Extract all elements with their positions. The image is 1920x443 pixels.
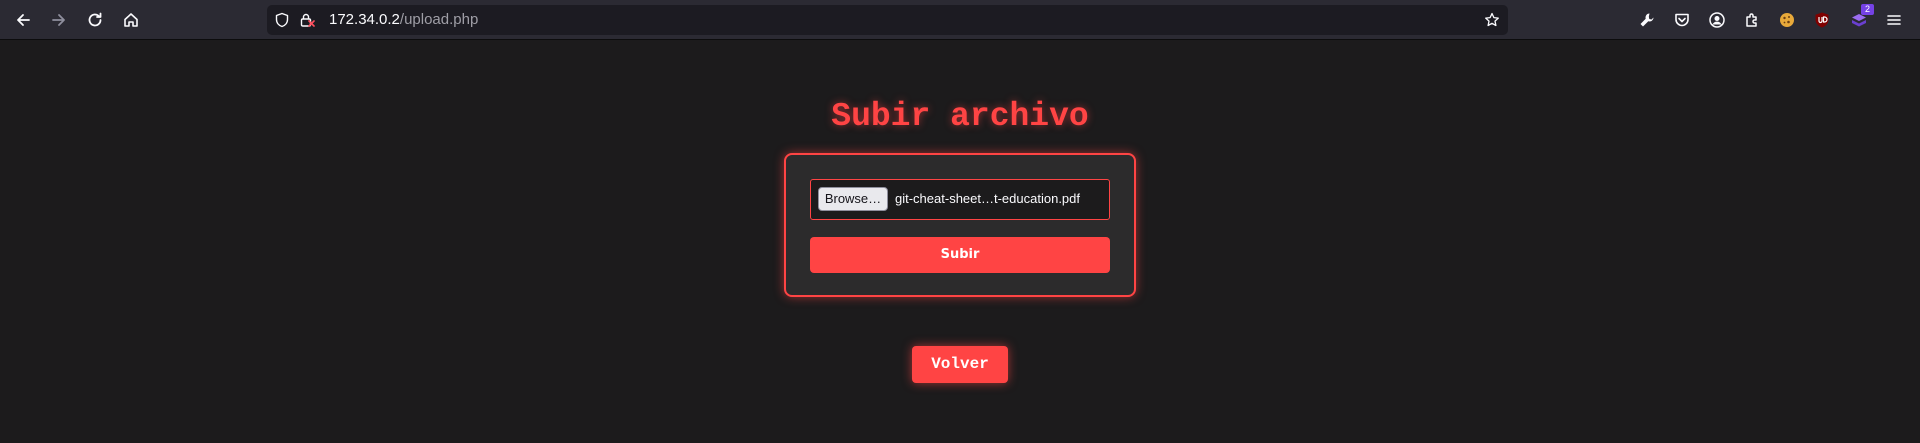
selected-file-name: git-cheat-sheet…t-education.pdf xyxy=(895,191,1080,206)
reload-icon xyxy=(88,12,102,27)
reload-button[interactable] xyxy=(81,6,109,34)
menu-icon xyxy=(1887,15,1901,25)
star-icon[interactable] xyxy=(1484,12,1500,28)
arrow-right-icon xyxy=(52,14,65,26)
account-button[interactable] xyxy=(1707,10,1727,30)
page-content: Subir archivo Browse… git-cheat-sheet…t-… xyxy=(0,40,1920,443)
menu-button[interactable] xyxy=(1884,10,1904,30)
wrench-icon xyxy=(1640,13,1654,27)
url-path: /upload.php xyxy=(399,11,479,28)
browser-toolbar: 172.34.0.2/upload.php 2 xyxy=(0,0,1920,40)
home-button[interactable] xyxy=(117,6,145,34)
upload-form: Browse… git-cheat-sheet…t-education.pdf … xyxy=(784,153,1136,297)
home-icon xyxy=(124,13,138,27)
pocket-icon xyxy=(1675,13,1689,27)
account-icon xyxy=(1709,12,1725,28)
cookie-icon xyxy=(1780,13,1794,27)
lock-warning-icon[interactable] xyxy=(299,12,315,28)
file-input[interactable]: Browse… git-cheat-sheet…t-education.pdf xyxy=(810,179,1110,220)
arrow-left-icon xyxy=(17,14,30,26)
back-button[interactable] xyxy=(9,6,37,34)
extension-badge: 2 xyxy=(1861,4,1874,15)
shield-icon[interactable] xyxy=(274,12,290,28)
browse-button[interactable]: Browse… xyxy=(818,187,888,211)
upload-submit-button[interactable]: Subir xyxy=(810,237,1110,273)
forward-button[interactable] xyxy=(45,6,73,34)
back-link-button[interactable]: Volver xyxy=(912,346,1008,383)
cookie-extension-button[interactable] xyxy=(1777,10,1797,30)
url-bar[interactable]: 172.34.0.2/upload.php xyxy=(267,5,1508,35)
url-host: 172.34.0.2 xyxy=(329,11,400,28)
extensions-button[interactable] xyxy=(1742,10,1762,30)
url-text[interactable]: 172.34.0.2/upload.php xyxy=(329,11,478,29)
stack-extension-button[interactable]: 2 xyxy=(1849,4,1874,30)
ublock-button[interactable] xyxy=(1812,10,1832,30)
ublock-icon xyxy=(1815,12,1829,28)
wrench-icon-button[interactable] xyxy=(1637,10,1657,30)
pocket-button[interactable] xyxy=(1672,10,1692,30)
page-title: Subir archivo xyxy=(831,98,1089,135)
extensions-puzzle-icon xyxy=(1746,13,1757,27)
